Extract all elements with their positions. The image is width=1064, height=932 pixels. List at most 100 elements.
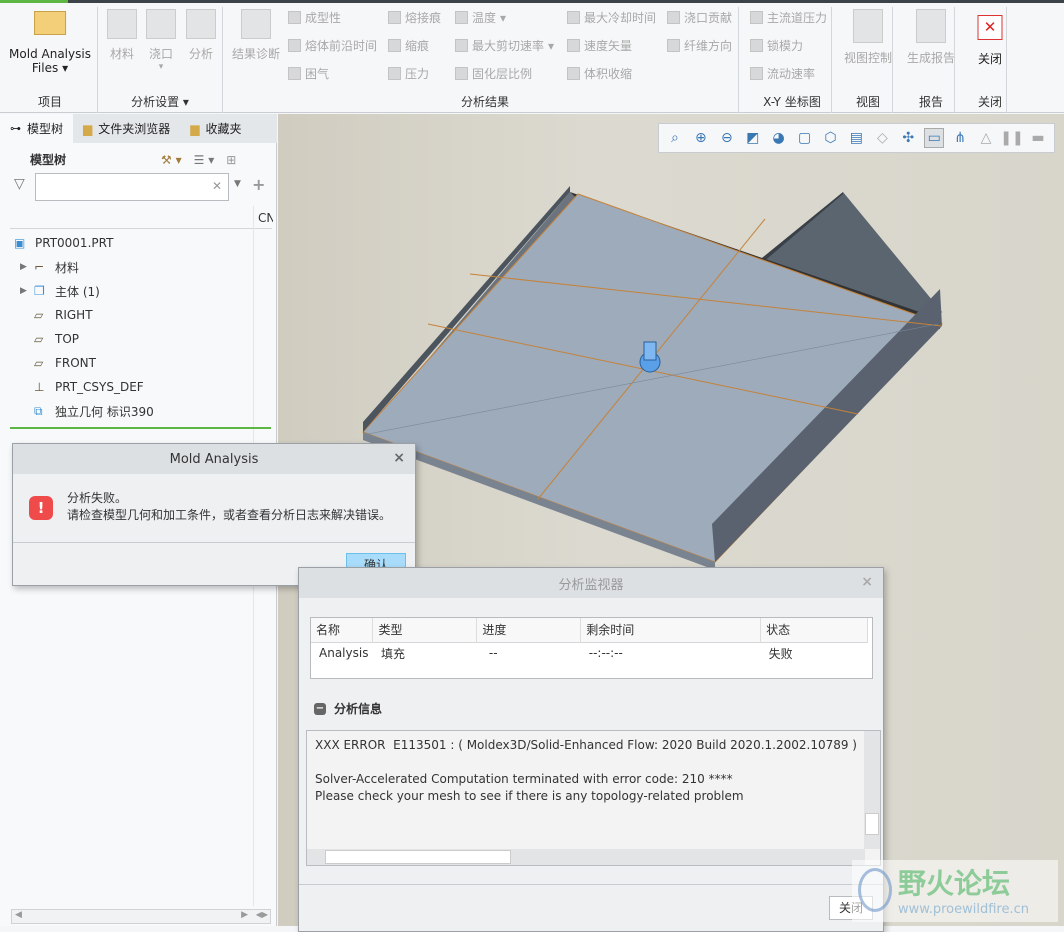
- column-header[interactable]: 状态: [760, 618, 868, 642]
- error-message-title: 分析失败。: [67, 491, 128, 505]
- fiber-orientation-button[interactable]: 纤维方向: [667, 37, 732, 54]
- table-cell: 填充: [380, 646, 405, 661]
- close-icon[interactable]: ×: [861, 574, 873, 590]
- named-views-icon[interactable]: ⬡: [821, 128, 841, 148]
- ribbon: Mold Analysis Files ▾ 项目 材料 浇口 ▾ 分析 分析设置 …: [0, 3, 1064, 113]
- simulation-icon[interactable]: △: [976, 128, 996, 148]
- tab-folder-browser[interactable]: ▆ 文件夹浏览器: [73, 114, 180, 143]
- saved-orientations-icon[interactable]: ▢: [795, 128, 815, 148]
- expand-arrow-icon[interactable]: ▶: [20, 262, 27, 272]
- column-header[interactable]: 类型: [372, 618, 478, 642]
- zoom-out-icon[interactable]: ⊖: [717, 128, 737, 148]
- clamp-force-button[interactable]: 锁模力: [750, 37, 803, 54]
- close-button[interactable]: ✕ 关闭: [977, 15, 1003, 67]
- tree-item-label: 主体 (1): [55, 284, 100, 299]
- tab-model-tree[interactable]: ⊶ 模型树: [0, 114, 74, 143]
- folder-icon: [34, 11, 66, 35]
- table-cell: 失败: [768, 646, 793, 661]
- material-icon: [107, 9, 137, 39]
- repaint-icon[interactable]: ◩: [743, 128, 763, 148]
- table-row[interactable]: Analysis 填充 -- --:--:-- 失败: [311, 642, 868, 664]
- sink-mark-button[interactable]: 缩痕: [388, 37, 429, 54]
- generate-report-button[interactable]: 生成报告: [907, 9, 955, 66]
- tree-search-input[interactable]: ✕: [35, 173, 229, 201]
- close-icon[interactable]: ×: [393, 450, 405, 466]
- pause-icon[interactable]: ❚❚: [1000, 128, 1023, 148]
- tree-columns-icon[interactable]: ⊞: [226, 153, 236, 167]
- table-cell: --: [488, 646, 498, 661]
- insert-indicator: [10, 427, 271, 429]
- melt-front-time-button[interactable]: 熔体前沿时间: [288, 37, 377, 54]
- diagnose-icon: [240, 9, 271, 39]
- gate-button[interactable]: 浇口 ▾: [146, 9, 176, 72]
- group-label-analysis-setup[interactable]: 分析设置 ▾: [131, 93, 189, 110]
- max-cooling-time-button[interactable]: 最大冷却时间: [567, 9, 656, 26]
- datum-display-icon[interactable]: ✣: [898, 128, 918, 148]
- expand-arrow-icon[interactable]: ▶: [20, 286, 27, 296]
- velocity-vector-button[interactable]: 速度矢量: [567, 37, 632, 54]
- job-table: 名称 类型 进度 剩余时间 状态 Analysis 填充 -- --:--:-- 失败: [310, 617, 873, 679]
- settings-tools-icon[interactable]: ⚒ ▾: [161, 153, 182, 167]
- analysis-button[interactable]: 分析: [186, 9, 216, 62]
- log-line: XXX ERROR E113501 : ( Moldex3D/Solid-Enh…: [315, 738, 857, 752]
- perspective-icon[interactable]: ◇: [872, 128, 892, 148]
- clear-search-icon[interactable]: ✕: [212, 179, 222, 193]
- display-style-icon[interactable]: ◕: [769, 128, 789, 148]
- tree-horizontal-scrollbar[interactable]: ◀ ▶ ◀▶: [11, 909, 271, 924]
- group-label-close: 关闭: [977, 95, 1003, 109]
- tree-item-label: 材料: [55, 260, 80, 275]
- tree-item-label: FRONT: [55, 356, 96, 370]
- view-control-button[interactable]: 视图控制: [844, 9, 892, 66]
- gate-contribution-button[interactable]: 浇口贡献: [667, 9, 732, 26]
- show-list-icon[interactable]: ☰ ▾: [194, 153, 215, 167]
- log-horizontal-scrollbar[interactable]: [307, 849, 865, 865]
- datum-plane-icon: ▱: [34, 332, 44, 346]
- pressure-button[interactable]: 压力: [388, 65, 429, 82]
- column-header[interactable]: 剩余时间: [580, 618, 762, 642]
- material-icon: ⌐: [34, 260, 45, 274]
- add-filter-icon[interactable]: +: [252, 175, 265, 194]
- tree-header: 模型树 ⚒ ▾ ☰ ▾ ⊞: [8, 151, 270, 168]
- sink-mark-icon: [388, 39, 401, 52]
- weld-line-button[interactable]: 熔接痕: [388, 9, 441, 26]
- collapse-icon[interactable]: −: [314, 702, 326, 715]
- moldability-icon: [288, 11, 301, 24]
- view-control-icon: [852, 9, 883, 43]
- column-header[interactable]: 名称: [311, 618, 374, 642]
- max-shear-rate-button[interactable]: 最大剪切速率 ▾: [455, 37, 554, 54]
- volume-shrinkage-button[interactable]: 体积收缩: [567, 65, 632, 82]
- refit-icon[interactable]: ⌕: [665, 128, 685, 148]
- analysis-info-section[interactable]: − 分析信息: [314, 700, 382, 717]
- zoom-in-icon[interactable]: ⊕: [691, 128, 711, 148]
- frozen-layer-button[interactable]: 固化层比例: [455, 65, 532, 82]
- column-header-cn[interactable]: CN: [253, 206, 273, 229]
- mold-analysis-files-button[interactable]: Mold Analysis Files ▾: [9, 11, 91, 75]
- search-dropdown-icon[interactable]: ▼: [234, 179, 241, 189]
- monitor-title: 分析监视器: [558, 577, 624, 593]
- moldability-button[interactable]: 成型性: [288, 9, 341, 26]
- temperature-button[interactable]: 温度 ▾: [455, 9, 506, 26]
- pressure-icon: [388, 67, 401, 80]
- sprue-pressure-button[interactable]: 主流道压力: [750, 9, 827, 26]
- tree-item-label: PRT_CSYS_DEF: [55, 380, 144, 394]
- error-message-detail: 请检查模型几何和加工条件，或者查看分析日志来解决错误。: [67, 508, 392, 522]
- annotation-display-icon[interactable]: ▭: [924, 128, 945, 148]
- tab-favorites[interactable]: ▆ 收藏夹: [180, 114, 251, 143]
- spin-center-icon[interactable]: ⋔: [950, 128, 970, 148]
- render-icon[interactable]: ▬: [1028, 128, 1048, 148]
- material-button[interactable]: 材料: [107, 9, 137, 62]
- tree-item-label: PRT0001.PRT: [35, 236, 114, 250]
- column-header[interactable]: 进度: [476, 618, 582, 642]
- folder-icon: ▆: [83, 121, 93, 136]
- result-diagnose-button[interactable]: 结果诊断: [232, 9, 280, 62]
- flow-rate-button[interactable]: 流动速率: [750, 65, 815, 82]
- view-manager-icon[interactable]: ▤: [846, 128, 866, 148]
- error-dialog: Mold Analysis × ! 分析失败。 请检查模型几何和加工条件，或者查看…: [12, 443, 416, 586]
- log-vertical-scrollbar[interactable]: [864, 731, 880, 849]
- tree-item-label: TOP: [55, 332, 80, 346]
- air-trap-button[interactable]: 困气: [288, 65, 329, 82]
- files-label-2: Files ▾: [31, 61, 69, 75]
- favorites-icon: ▆: [190, 121, 200, 136]
- weld-line-icon: [388, 11, 401, 24]
- analysis-log[interactable]: XXX ERROR E113501 : ( Moldex3D/Solid-Enh…: [306, 730, 881, 866]
